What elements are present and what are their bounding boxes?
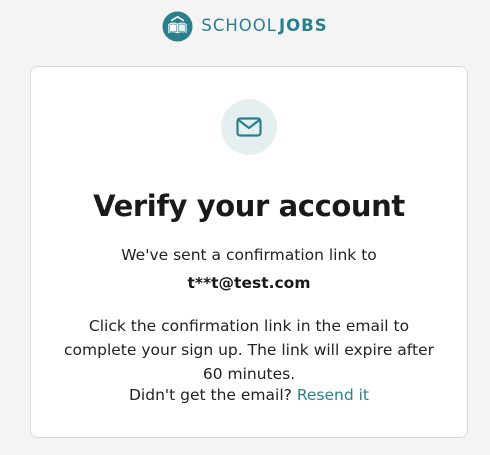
confirmation-sent-text: We've sent a confirmation link to — [121, 246, 377, 264]
resend-prompt: Didn't get the email? — [128, 386, 292, 404]
resend-row: Didn't get the email? Resend it — [31, 385, 467, 405]
page-title: Verify your account — [93, 189, 405, 223]
brand-wordmark: SCHOOL JOBS — [201, 15, 328, 35]
masked-email: t**t@test.com — [187, 274, 311, 292]
verify-card: Verify your account We've sent a confirm… — [30, 66, 468, 438]
site-header: SCHOOL JOBS — [0, 10, 490, 42]
brand-name-jobs: JOBS — [278, 15, 328, 35]
envelope-icon-badge — [221, 99, 277, 155]
envelope-icon — [236, 117, 262, 137]
brand-name-school: SCHOOL — [201, 15, 277, 35]
instructions-text: Click the confirmation link in the email… — [64, 317, 434, 383]
resend-link[interactable]: Resend it — [297, 386, 369, 404]
schooljobs-logo-icon — [162, 10, 193, 42]
